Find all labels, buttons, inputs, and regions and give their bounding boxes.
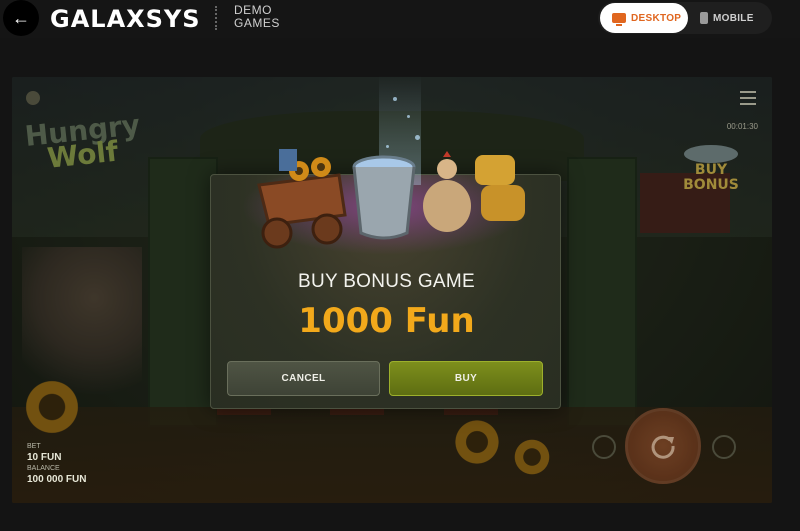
brand-logo: GALAXSYS: [50, 5, 201, 33]
autoplay-button[interactable]: [592, 435, 616, 459]
buy-bonus-dialog: BUY BONUS GAME 1000 Fun CANCEL BUY: [210, 75, 561, 409]
back-arrow-icon: ←: [12, 7, 30, 28]
buy-button[interactable]: BUY: [389, 361, 543, 396]
phone-icon: [700, 12, 708, 24]
monitor-icon: [612, 13, 626, 26]
sparkle: [393, 97, 397, 101]
back-button[interactable]: ←: [3, 0, 39, 36]
demo-label-line2: GAMES: [234, 16, 280, 30]
brand-separator: [215, 6, 217, 30]
top-bar: ← GALAXSYS DEMO GAMES DESKTOP MOBILE: [0, 0, 800, 38]
sparkle: [386, 145, 389, 148]
mobile-mode-button[interactable]: MOBILE: [696, 3, 768, 33]
spin-button[interactable]: [625, 408, 701, 484]
turbo-button[interactable]: [712, 435, 736, 459]
balance-value: 100 000 FUN: [27, 474, 87, 485]
desktop-label: DESKTOP: [631, 12, 682, 24]
device-mode-toggle: DESKTOP MOBILE: [598, 2, 772, 34]
cancel-button[interactable]: CANCEL: [227, 361, 380, 396]
water-bucket-icon: [352, 155, 416, 240]
menu-icon[interactable]: [740, 91, 756, 105]
hay-bale-icon: [475, 155, 525, 221]
buy-bonus-shortcut[interactable]: BUY BONUS: [676, 145, 746, 207]
mobile-label: MOBILE: [713, 12, 754, 24]
bet-label: BET: [27, 443, 41, 450]
game-clock: 00:01:30: [726, 122, 758, 131]
dialog-title: BUY BONUS GAME: [298, 271, 475, 292]
buy-bonus-line1: BUY: [694, 162, 728, 178]
bet-value[interactable]: 10 FUN: [27, 452, 61, 463]
balance-label: BALANCE: [27, 465, 60, 472]
info-icon[interactable]: [26, 91, 40, 105]
bonus-illustration: [211, 75, 562, 275]
spin-arrow-icon: [651, 435, 675, 459]
sparkle: [415, 135, 420, 140]
sparkle: [407, 115, 410, 118]
desktop-mode-button[interactable]: DESKTOP: [600, 3, 688, 33]
buy-bonus-line2: BONUS: [683, 177, 739, 193]
bonus-price: 1000 Fun: [298, 301, 475, 341]
demo-games-label: DEMO GAMES: [234, 4, 280, 30]
